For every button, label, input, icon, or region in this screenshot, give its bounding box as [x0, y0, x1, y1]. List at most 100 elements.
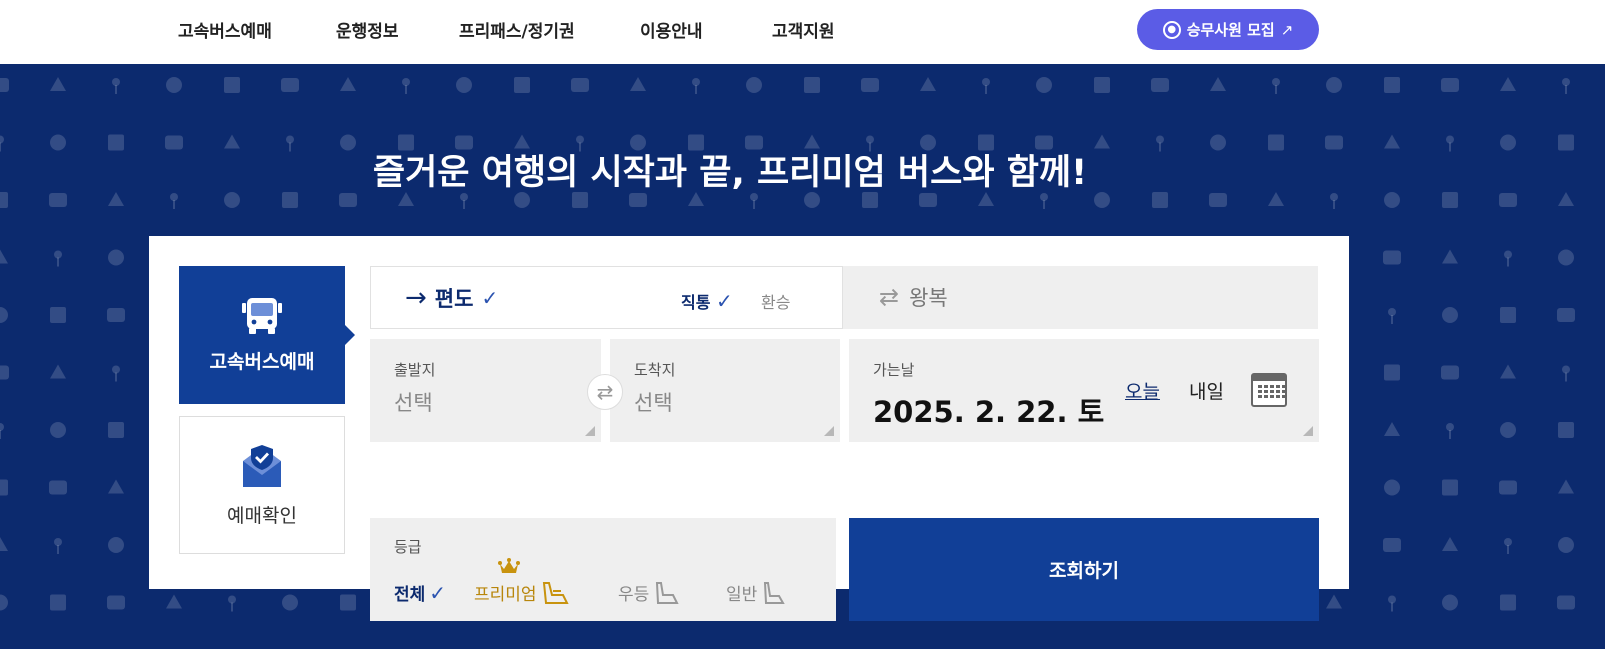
- pattern-travel-icon: [281, 78, 299, 92]
- pattern-travel-icon: [692, 78, 700, 94]
- pattern-travel-icon: [1557, 308, 1575, 322]
- swap-locations-button[interactable]: ⇄: [587, 374, 623, 410]
- pattern-travel-icon: [1499, 480, 1517, 495]
- pattern-travel-icon: [460, 193, 468, 209]
- pattern-travel-icon: [514, 77, 530, 93]
- grade-option-normal[interactable]: 일반: [726, 580, 786, 605]
- person-icon: ●: [1162, 20, 1181, 39]
- pattern-travel-icon: [112, 78, 120, 94]
- nav-item-freepass[interactable]: 프리패스/정기권: [459, 17, 575, 42]
- date-label: 가는날: [873, 361, 915, 379]
- tab-booking-check[interactable]: 예매확인: [179, 416, 345, 554]
- pattern-travel-icon: [108, 422, 124, 438]
- pattern-travel-icon: [0, 78, 9, 92]
- pattern-travel-icon: [1562, 78, 1570, 94]
- tab-bus-booking[interactable]: 고속버스예매: [179, 266, 355, 404]
- oneway-label: 편도: [434, 287, 474, 311]
- calendar-icon[interactable]: [1251, 373, 1287, 407]
- right-arrow-icon: →: [405, 283, 427, 313]
- pattern-travel-icon: [166, 77, 182, 93]
- pattern-travel-icon: [1441, 78, 1459, 92]
- pattern-travel-icon: [920, 77, 936, 91]
- pattern-travel-icon: [1040, 193, 1048, 209]
- roundtrip-option[interactable]: ⇄ 왕복: [843, 266, 1318, 329]
- ticket-check-icon: [243, 444, 281, 487]
- grade-selector: 등급 전체 ✓ 프리미엄 우등 일반: [370, 518, 836, 621]
- direct-option[interactable]: 직통 ✓: [681, 289, 733, 313]
- pattern-travel-icon: [1500, 364, 1516, 379]
- pattern-travel-icon: [982, 78, 990, 94]
- transfer-option[interactable]: 환승: [761, 289, 790, 313]
- pattern-travel-icon: [340, 77, 356, 91]
- arrival-field[interactable]: 도착지 선택: [610, 339, 840, 442]
- pattern-travel-icon: [750, 193, 758, 209]
- grade-label: 등급: [394, 538, 422, 556]
- nav-item-bus-booking[interactable]: 고속버스예매: [178, 17, 272, 42]
- pattern-travel-icon: [1330, 193, 1338, 209]
- pattern-travel-icon: [1442, 479, 1458, 496]
- grade-option-all[interactable]: 전체 ✓: [394, 580, 447, 606]
- tomorrow-button[interactable]: 내일: [1189, 377, 1224, 404]
- oneway-option[interactable]: → 편도 ✓: [405, 283, 498, 313]
- grade-option-superior[interactable]: 우등: [618, 580, 679, 605]
- pattern-travel-icon: [1446, 423, 1454, 439]
- departure-label: 출발지: [394, 361, 436, 379]
- pattern-travel-icon: [1383, 538, 1401, 552]
- pattern-travel-icon: [108, 537, 124, 553]
- pattern-travel-icon: [49, 480, 67, 495]
- pattern-travel-icon: [0, 479, 8, 496]
- nav-item-customer-support[interactable]: 고객지원: [772, 17, 835, 42]
- recruit-button[interactable]: ● 승무사원 모집 ↗: [1137, 9, 1319, 50]
- pattern-travel-icon: [50, 77, 66, 91]
- superior-seat-icon: [656, 581, 679, 604]
- pattern-travel-icon: [1036, 77, 1052, 93]
- check-icon: ✓: [716, 289, 733, 313]
- crown-icon: [498, 558, 520, 573]
- swap-arrows-icon: ⇄: [879, 283, 900, 311]
- pattern-travel-icon: [166, 594, 182, 609]
- date-field[interactable]: 가는날 2025. 2. 22. 토 오늘 내일: [849, 339, 1319, 442]
- pattern-travel-icon: [1442, 594, 1458, 611]
- check-icon: ✓: [429, 580, 447, 605]
- pattern-travel-icon: [1442, 307, 1458, 323]
- departure-field[interactable]: 출발지 선택: [370, 339, 601, 442]
- pattern-travel-icon: [1384, 422, 1400, 436]
- pattern-travel-icon: [1384, 364, 1400, 381]
- pattern-travel-icon: [1499, 193, 1517, 207]
- normal-seat-icon: [764, 581, 786, 604]
- pattern-travel-icon: [1384, 77, 1400, 93]
- nav-item-usage-guide[interactable]: 이용안내: [640, 17, 703, 42]
- pattern-travel-icon: [0, 249, 8, 264]
- search-button[interactable]: 조회하기: [849, 518, 1319, 621]
- pattern-travel-icon: [50, 422, 66, 438]
- pattern-travel-icon: [746, 77, 762, 93]
- pattern-travel-icon: [108, 479, 124, 494]
- corner-triangle-icon: [585, 426, 595, 436]
- pattern-travel-icon: [228, 595, 236, 612]
- pattern-travel-icon: [1210, 77, 1226, 91]
- pattern-travel-icon: [50, 364, 66, 379]
- pattern-travel-icon: [804, 77, 820, 93]
- pattern-travel-icon: [224, 77, 240, 93]
- bus-icon: [242, 297, 282, 334]
- grade-superior-label: 우등: [618, 585, 650, 605]
- pattern-travel-icon: [1384, 479, 1400, 496]
- grade-option-premium[interactable]: 프리미엄: [474, 580, 569, 605]
- today-button[interactable]: 오늘: [1125, 377, 1160, 404]
- corner-triangle-icon: [824, 426, 834, 436]
- pattern-travel-icon: [1441, 365, 1459, 380]
- date-value: 2025. 2. 22. 토: [873, 395, 1105, 429]
- tab-bus-booking-label: 고속버스예매: [209, 350, 315, 373]
- pattern-travel-icon: [0, 307, 8, 323]
- pattern-travel-icon: [861, 78, 879, 92]
- grade-normal-label: 일반: [726, 585, 758, 605]
- pattern-travel-icon: [571, 78, 589, 92]
- departure-value: 선택: [394, 391, 433, 415]
- pattern-travel-icon: [339, 193, 357, 207]
- pattern-travel-icon: [282, 594, 298, 611]
- pattern-travel-icon: [1442, 537, 1458, 551]
- pattern-travel-icon: [629, 193, 647, 207]
- nav-item-schedule-info[interactable]: 운행정보: [336, 17, 399, 42]
- grade-all-label: 전체: [394, 585, 426, 605]
- pattern-travel-icon: [1504, 538, 1512, 554]
